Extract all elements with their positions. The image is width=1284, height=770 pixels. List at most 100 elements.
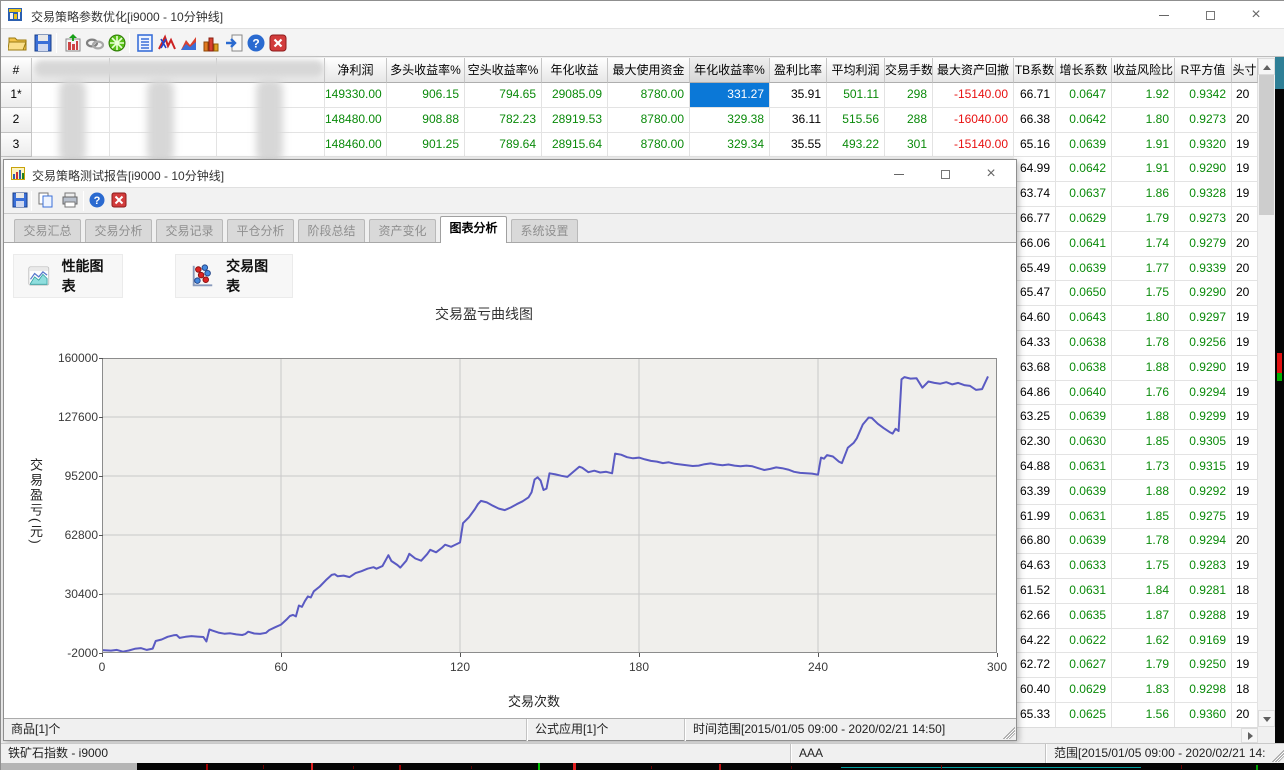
table-cell[interactable]: 0.9279 xyxy=(1175,231,1232,257)
table-cell[interactable]: 29085.09 xyxy=(542,83,608,108)
table-cell[interactable]: 0.9290 xyxy=(1175,355,1232,381)
table-cell[interactable]: 1.83 xyxy=(1112,678,1175,703)
table-cell[interactable]: 0.9298 xyxy=(1175,678,1232,703)
table-cell[interactable]: 66.06 xyxy=(1014,231,1056,257)
table-cell[interactable]: 1.78 xyxy=(1112,529,1175,555)
table-cell[interactable]: 0.9297 xyxy=(1175,306,1232,331)
column-header[interactable]: 交易手数 xyxy=(885,58,933,83)
table-cell[interactable]: 1.87 xyxy=(1112,603,1175,629)
table-cell[interactable]: 0.9275 xyxy=(1175,504,1232,530)
table-cell[interactable]: 515.56 xyxy=(827,107,885,133)
table-cell[interactable]: 20 xyxy=(1232,256,1258,282)
table-cell[interactable]: 63.25 xyxy=(1014,405,1056,431)
table-cell[interactable]: 19 xyxy=(1232,628,1258,654)
table-cell[interactable]: 298 xyxy=(885,83,933,108)
table-cell[interactable]: 501.11 xyxy=(827,83,885,108)
close-red-button[interactable] xyxy=(110,191,128,209)
table-cell[interactable]: 0.0643 xyxy=(1056,306,1112,331)
table-cell[interactable]: 329.38 xyxy=(690,107,770,133)
table-cell[interactable]: 0.9256 xyxy=(1175,331,1232,356)
table-cell[interactable]: 18 xyxy=(1232,678,1258,703)
column-header[interactable]: TB系数 xyxy=(1014,58,1056,83)
table-cell[interactable]: 64.60 xyxy=(1014,306,1056,331)
area-chart-button[interactable] xyxy=(179,33,199,53)
column-header[interactable]: # xyxy=(1,58,32,83)
table-cell[interactable]: 0.0627 xyxy=(1056,653,1112,679)
column-header[interactable]: 收益风险比 xyxy=(1112,58,1175,83)
optimize-button[interactable] xyxy=(107,33,127,53)
table-cell[interactable]: 0.9320 xyxy=(1175,132,1232,158)
scroll-up-button[interactable] xyxy=(1258,58,1275,75)
table-cell[interactable]: 1.84 xyxy=(1112,579,1175,604)
scroll-right-button[interactable] xyxy=(1241,728,1258,743)
report-close-button[interactable]: × xyxy=(974,160,1008,187)
table-cell[interactable]: 0.0638 xyxy=(1056,355,1112,381)
table-cell[interactable]: 301 xyxy=(885,132,933,158)
table-cell[interactable]: 1.92 xyxy=(1112,83,1175,108)
table-cell[interactable]: 0.0642 xyxy=(1056,107,1112,133)
table-cell[interactable]: 19 xyxy=(1232,603,1258,629)
table-cell[interactable]: 62.30 xyxy=(1014,430,1056,455)
table-cell[interactable]: 64.86 xyxy=(1014,380,1056,406)
table-cell[interactable]: 901.25 xyxy=(387,132,465,158)
table-cell[interactable]: 64.22 xyxy=(1014,628,1056,654)
table-cell[interactable]: 66.77 xyxy=(1014,207,1056,232)
maximize-button[interactable] xyxy=(1193,1,1227,28)
bar-chart-button[interactable] xyxy=(201,33,221,53)
column-header[interactable]: 净利润 xyxy=(325,58,387,83)
table-cell[interactable]: 0.0650 xyxy=(1056,281,1112,307)
table-cell[interactable]: 0.0631 xyxy=(1056,504,1112,530)
table-cell[interactable]: 1.91 xyxy=(1112,132,1175,158)
table-cell[interactable]: 19 xyxy=(1232,554,1258,579)
table-cell[interactable]: 20 xyxy=(1232,529,1258,555)
table-cell[interactable]: 0.0640 xyxy=(1056,380,1112,406)
table-cell[interactable]: 0.9273 xyxy=(1175,107,1232,133)
column-header[interactable]: 空头收益率% xyxy=(465,58,542,83)
table-cell[interactable]: 20 xyxy=(1232,703,1258,728)
tab-图表分析[interactable]: 图表分析 xyxy=(440,216,507,243)
table-cell[interactable]: 1.88 xyxy=(1112,355,1175,381)
report-minimize-button[interactable] xyxy=(882,160,916,187)
table-cell[interactable]: 1.79 xyxy=(1112,653,1175,679)
column-header[interactable]: 最大资产回撤 xyxy=(933,58,1014,83)
table-cell[interactable]: 0.0641 xyxy=(1056,231,1112,257)
open-folder-button[interactable] xyxy=(7,33,28,53)
table-cell[interactable]: 20 xyxy=(1232,207,1258,232)
vertical-scrollbar-track[interactable] xyxy=(1258,75,1275,710)
tab-资产变化[interactable]: 资产变化 xyxy=(369,219,436,242)
copy-button[interactable] xyxy=(37,191,55,209)
tab-系统设置[interactable]: 系统设置 xyxy=(511,219,578,242)
column-header[interactable]: 最大使用资金 xyxy=(608,58,690,83)
table-cell[interactable]: 19 xyxy=(1232,455,1258,480)
table-cell[interactable]: 0.0629 xyxy=(1056,678,1112,703)
table-cell[interactable]: 8780.00 xyxy=(608,132,690,158)
table-cell[interactable]: 0.0635 xyxy=(1056,603,1112,629)
table-cell[interactable]: 61.52 xyxy=(1014,579,1056,604)
table-cell[interactable]: 20 xyxy=(1232,107,1258,133)
table-cell[interactable]: 0.0642 xyxy=(1056,157,1112,183)
table-cell[interactable]: 8780.00 xyxy=(608,107,690,133)
table-cell[interactable]: 61.99 xyxy=(1014,504,1056,530)
table-cell[interactable]: 0.9315 xyxy=(1175,455,1232,480)
table-cell[interactable]: 0.9290 xyxy=(1175,281,1232,307)
table-cell[interactable]: 1.56 xyxy=(1112,703,1175,728)
table-cell[interactable]: 19 xyxy=(1232,132,1258,158)
table-cell[interactable]: 36.11 xyxy=(770,107,827,133)
table-cell[interactable]: -16040.00 xyxy=(933,107,1014,133)
table-cell[interactable]: 28915.64 xyxy=(542,132,608,158)
tab-阶段总结[interactable]: 阶段总结 xyxy=(298,219,365,242)
table-cell[interactable]: 0.0622 xyxy=(1056,628,1112,654)
table-cell[interactable]: 1.79 xyxy=(1112,207,1175,232)
table-cell[interactable]: 906.15 xyxy=(387,83,465,108)
table-cell[interactable]: -15140.00 xyxy=(933,83,1014,108)
table-cell[interactable]: 908.88 xyxy=(387,107,465,133)
table-cell[interactable]: 0.9290 xyxy=(1175,157,1232,183)
table-cell[interactable]: 8780.00 xyxy=(608,83,690,108)
table-cell[interactable]: 0.0631 xyxy=(1056,579,1112,604)
table-cell[interactable]: 329.34 xyxy=(690,132,770,158)
table-cell[interactable]: 0.9299 xyxy=(1175,405,1232,431)
save-button[interactable] xyxy=(11,191,29,209)
table-cell[interactable]: 0.9305 xyxy=(1175,430,1232,455)
close-button[interactable]: × xyxy=(1239,1,1273,28)
table-cell[interactable]: 20 xyxy=(1232,83,1258,108)
